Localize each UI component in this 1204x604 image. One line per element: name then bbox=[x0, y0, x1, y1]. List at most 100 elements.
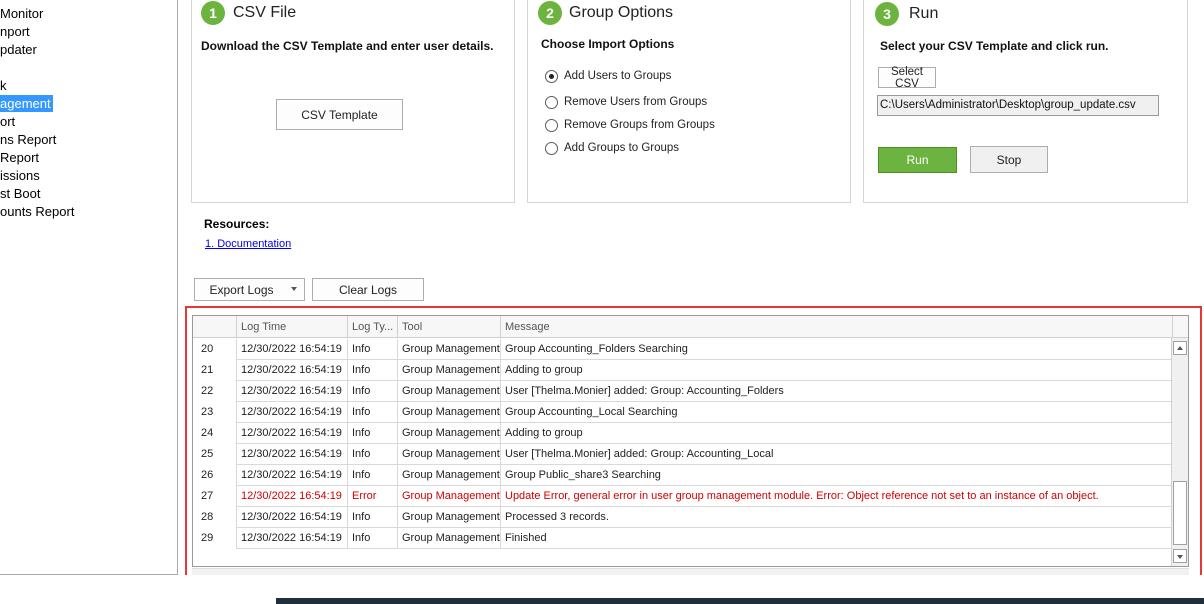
table-row[interactable]: 28 12/30/2022 16:54:19 Info Group Managemen… bbox=[193, 507, 1173, 528]
cell-log-type[interactable]: Info bbox=[348, 444, 398, 465]
cell-message[interactable]: User [Thelma.Monier] added: Group: Accou… bbox=[501, 381, 1173, 402]
cell-log-time[interactable]: 12/30/2022 16:54:19 bbox=[237, 423, 348, 444]
cell-message[interactable]: Adding to group bbox=[501, 423, 1173, 444]
header-message[interactable]: Message bbox=[501, 316, 1173, 338]
cell-log-time[interactable]: 12/30/2022 16:54:19 bbox=[237, 444, 348, 465]
cell-row-number[interactable]: 22 bbox=[193, 381, 237, 402]
cell-log-type[interactable]: Info bbox=[348, 465, 398, 486]
scroll-down-button[interactable] bbox=[1173, 549, 1187, 563]
cell-tool[interactable]: Group Management bbox=[398, 507, 501, 528]
export-logs-dropdown[interactable]: Export Logs bbox=[194, 278, 305, 301]
documentation-link[interactable]: 1. Documentation bbox=[205, 238, 291, 250]
header-log-time[interactable]: Log Time bbox=[237, 316, 348, 338]
cell-row-number[interactable]: 20 bbox=[193, 339, 237, 360]
cell-tool[interactable]: Group Management bbox=[398, 402, 501, 423]
cell-log-time[interactable]: 12/30/2022 16:54:19 bbox=[237, 465, 348, 486]
cell-row-number[interactable]: 26 bbox=[193, 465, 237, 486]
cell-row-number[interactable]: 25 bbox=[193, 444, 237, 465]
cell-log-time[interactable]: 12/30/2022 16:54:19 bbox=[237, 402, 348, 423]
cell-tool[interactable]: Group Management bbox=[398, 423, 501, 444]
vertical-scrollbar[interactable] bbox=[1171, 338, 1188, 566]
cell-message[interactable]: Group Accounting_Local Searching bbox=[501, 402, 1173, 423]
select-csv-button[interactable]: Select CSV bbox=[878, 66, 936, 90]
sidebar-item-ns-report[interactable]: ns Report bbox=[0, 131, 56, 148]
header-tool[interactable]: Tool bbox=[398, 316, 501, 338]
cell-row-number[interactable]: 29 bbox=[193, 528, 237, 549]
sidebar-item-updater[interactable]: pdater bbox=[0, 41, 37, 58]
radio-checked-icon[interactable] bbox=[545, 69, 558, 83]
cell-message[interactable]: Finished bbox=[501, 528, 1173, 549]
radio-unchecked-icon[interactable] bbox=[545, 95, 558, 109]
cell-log-time[interactable]: 12/30/2022 16:54:19 bbox=[237, 339, 348, 360]
cell-tool[interactable]: Group Management bbox=[398, 381, 501, 402]
cell-message[interactable]: Group Public_share3 Searching bbox=[501, 465, 1173, 486]
csv-file-subtitle: Download the CSV Template and enter user… bbox=[201, 39, 494, 53]
cell-log-type[interactable]: Info bbox=[348, 507, 398, 528]
cell-log-time[interactable]: 12/30/2022 16:54:19 bbox=[237, 507, 348, 528]
log-grid-header: Log Time Log Ty... Tool Message bbox=[193, 316, 1188, 338]
radio-remove-groups-from-groups[interactable]: Remove Groups from Groups bbox=[545, 117, 715, 133]
sidebar-item-last-boot[interactable]: st Boot bbox=[0, 185, 40, 202]
radio-add-users-to-groups[interactable]: Add Users to Groups bbox=[545, 68, 671, 84]
cell-tool[interactable]: Group Management bbox=[398, 339, 501, 360]
clear-logs-button[interactable]: Clear Logs bbox=[312, 278, 424, 301]
cell-log-type[interactable]: Error bbox=[348, 486, 398, 507]
radio-unchecked-icon[interactable] bbox=[545, 118, 558, 132]
table-row[interactable]: 29 12/30/2022 16:54:19 Info Group Managemen… bbox=[193, 528, 1173, 549]
sidebar-item-report[interactable]: Report bbox=[0, 149, 39, 166]
cell-tool[interactable]: Group Management bbox=[398, 444, 501, 465]
cell-row-number[interactable]: 21 bbox=[193, 360, 237, 381]
csv-template-button[interactable]: CSV Template bbox=[276, 99, 403, 130]
cell-log-type[interactable]: Info bbox=[348, 381, 398, 402]
cell-row-number[interactable]: 24 bbox=[193, 423, 237, 444]
sidebar-item-accounts-report[interactable]: ounts Report bbox=[0, 203, 74, 220]
table-row[interactable]: 21 12/30/2022 16:54:19 Info Group Managemen… bbox=[193, 360, 1173, 381]
log-grid[interactable]: Log Time Log Ty... Tool Message 20 12/30/… bbox=[192, 315, 1189, 567]
sidebar-item-permissions[interactable]: issions bbox=[0, 167, 40, 184]
sidebar-item-group-management[interactable]: agement bbox=[0, 95, 53, 112]
header-log-type[interactable]: Log Ty... bbox=[348, 316, 398, 338]
csv-path-field[interactable]: C:\Users\Administrator\Desktop\group_upd… bbox=[877, 95, 1159, 116]
cell-log-type[interactable]: Info bbox=[348, 423, 398, 444]
radio-unchecked-icon[interactable] bbox=[545, 141, 558, 155]
header-row-number[interactable] bbox=[193, 316, 237, 338]
table-row[interactable]: 22 12/30/2022 16:54:19 Info Group Managemen… bbox=[193, 381, 1173, 402]
table-row[interactable]: 27 12/30/2022 16:54:19 Error Group Manageme… bbox=[193, 486, 1173, 507]
sidebar-nav: Monitor nport pdater k agement ort ns Re… bbox=[0, 0, 178, 575]
run-button[interactable]: Run bbox=[878, 147, 957, 173]
cell-log-type[interactable]: Info bbox=[348, 402, 398, 423]
table-row[interactable]: 23 12/30/2022 16:54:19 Info Group Managemen… bbox=[193, 402, 1173, 423]
table-row[interactable]: 26 12/30/2022 16:54:19 Info Group Managemen… bbox=[193, 465, 1173, 486]
stop-button[interactable]: Stop bbox=[970, 146, 1048, 173]
cell-log-time[interactable]: 12/30/2022 16:54:19 bbox=[237, 381, 348, 402]
table-row[interactable]: 20 12/30/2022 16:54:19 Info Group Managemen… bbox=[193, 339, 1173, 360]
cell-tool[interactable]: Group Management bbox=[398, 528, 501, 549]
cell-message[interactable]: Group Accounting_Folders Searching bbox=[501, 339, 1173, 360]
cell-log-type[interactable]: Info bbox=[348, 528, 398, 549]
radio-remove-users-from-groups[interactable]: Remove Users from Groups bbox=[545, 94, 707, 110]
cell-row-number[interactable]: 28 bbox=[193, 507, 237, 528]
sidebar-item-monitor[interactable]: Monitor bbox=[0, 5, 43, 22]
cell-tool[interactable]: Group Management bbox=[398, 360, 501, 381]
cell-row-number[interactable]: 27 bbox=[193, 486, 237, 507]
cell-log-time[interactable]: 12/30/2022 16:54:19 bbox=[237, 486, 348, 507]
sidebar-item-ort[interactable]: ort bbox=[0, 113, 15, 130]
radio-add-groups-to-groups[interactable]: Add Groups to Groups bbox=[545, 140, 679, 156]
cell-log-type[interactable]: Info bbox=[348, 360, 398, 381]
table-row[interactable]: 25 12/30/2022 16:54:19 Info Group Managemen… bbox=[193, 444, 1173, 465]
cell-message[interactable]: Adding to group bbox=[501, 360, 1173, 381]
cell-log-type[interactable]: Info bbox=[348, 339, 398, 360]
cell-message[interactable]: Processed 3 records. bbox=[501, 507, 1173, 528]
cell-log-time[interactable]: 12/30/2022 16:54:19 bbox=[237, 360, 348, 381]
sidebar-item-import[interactable]: nport bbox=[0, 23, 30, 40]
scroll-up-button[interactable] bbox=[1173, 341, 1187, 355]
table-row[interactable]: 24 12/30/2022 16:54:19 Info Group Managemen… bbox=[193, 423, 1173, 444]
sidebar-item-k[interactable]: k bbox=[0, 77, 7, 94]
cell-message[interactable]: Update Error, general error in user grou… bbox=[501, 486, 1173, 507]
cell-tool[interactable]: Group Management bbox=[398, 486, 501, 507]
cell-message[interactable]: User [Thelma.Monier] added: Group: Accou… bbox=[501, 444, 1173, 465]
cell-log-time[interactable]: 12/30/2022 16:54:19 bbox=[237, 528, 348, 549]
cell-row-number[interactable]: 23 bbox=[193, 402, 237, 423]
scroll-thumb[interactable] bbox=[1173, 481, 1187, 545]
cell-tool[interactable]: Group Management bbox=[398, 465, 501, 486]
